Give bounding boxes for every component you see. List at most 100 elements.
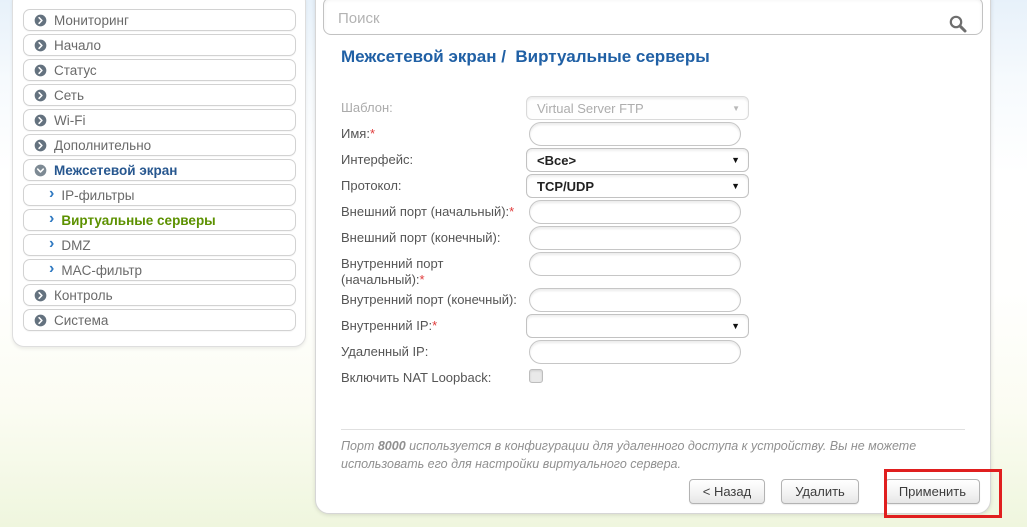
chevron-down-circle-icon: [34, 164, 47, 177]
search-icon[interactable]: [948, 14, 968, 34]
sidebar-item-home[interactable]: Начало: [23, 34, 296, 56]
dropdown-caret-icon: ▼: [731, 321, 740, 331]
form-row-nat-loopback: Включить NAT Loopback:: [341, 366, 781, 390]
chevron-right-circle-icon: [34, 89, 47, 102]
apply-button[interactable]: Применить: [885, 479, 980, 504]
private-ip-label: Внутренний IP:*: [341, 314, 526, 334]
delete-button[interactable]: Удалить: [781, 479, 859, 504]
private-port-end-label: Внутренний порт (конечный):: [341, 288, 526, 308]
sidebar-item-label: Дополнительно: [54, 138, 151, 153]
name-input[interactable]: [529, 122, 741, 146]
sidebar-item-firewall[interactable]: Межсетевой экран: [23, 159, 296, 181]
private-port-start-label: Внутренний порт (начальный):*: [341, 252, 526, 288]
dropdown-caret-icon: ▼: [731, 181, 740, 191]
chevron-right-icon: ›: [49, 236, 54, 252]
chevron-right-circle-icon: [34, 289, 47, 302]
sidebar-item-monitoring[interactable]: Мониторинг: [23, 9, 296, 31]
dropdown-caret-icon: ▼: [732, 104, 740, 113]
public-port-start-label: Внешний порт (начальный):*: [341, 200, 526, 220]
form-row-private-port-start: Внутренний порт (начальный):*: [341, 252, 781, 288]
sidebar-item-label: DMZ: [61, 238, 90, 253]
note-lead: Порт: [341, 439, 374, 453]
required-asterisk: *: [420, 272, 425, 287]
public-port-end-label: Внешний порт (конечный):: [341, 226, 526, 246]
form-row-remote-ip: Удаленный IP:: [341, 340, 781, 366]
interface-label: Интерфейс:: [341, 148, 526, 168]
footer-buttons: < Назад Удалить Применить: [689, 479, 980, 504]
sidebar-item-label: Контроль: [54, 288, 113, 303]
sidebar-item-label: MAC-фильтр: [61, 263, 142, 278]
chevron-right-circle-icon: [34, 314, 47, 327]
sidebar-item-label: Система: [54, 313, 108, 328]
public-port-start-input[interactable]: [529, 200, 741, 224]
chevron-right-icon: ›: [49, 186, 54, 202]
chevron-right-circle-icon: [34, 14, 47, 27]
required-asterisk: *: [509, 204, 514, 219]
form-row-public-port-end: Внешний порт (конечный):: [341, 226, 781, 252]
public-port-end-input[interactable]: [529, 226, 741, 250]
sidebar-item-advanced[interactable]: Дополнительно: [23, 134, 296, 156]
back-button[interactable]: < Назад: [689, 479, 765, 504]
form-row-name: Имя:*: [341, 122, 781, 148]
sidebar-item-label: IP-фильтры: [61, 188, 134, 203]
form-row-private-port-end: Внутренний порт (конечный):: [341, 288, 781, 314]
chevron-right-circle-icon: [34, 64, 47, 77]
required-asterisk: *: [432, 318, 437, 333]
note-line1: используется в конфигурации для удаленно…: [409, 439, 916, 453]
sidebar-item-label: Виртуальные серверы: [61, 213, 215, 228]
page-title: Межсетевой экран / Виртуальные серверы: [341, 47, 710, 67]
nat-loopback-checkbox[interactable]: [529, 369, 543, 383]
sidebar-item-mac-filter[interactable]: › MAC-фильтр: [23, 259, 296, 281]
virtual-server-form: Шаблон: Virtual Server FTP ▼ Имя:* Интерфейс…: [341, 96, 781, 390]
divider: [341, 429, 965, 430]
chevron-right-circle-icon: [34, 139, 47, 152]
sidebar-item-label: Начало: [54, 38, 101, 53]
private-ip-select[interactable]: ▼: [526, 314, 749, 338]
sidebar-item-virtual-servers[interactable]: › Виртуальные серверы: [23, 209, 296, 231]
interface-selected-value: <Все>: [537, 153, 576, 168]
chevron-right-circle-icon: [34, 39, 47, 52]
sidebar-item-label: Мониторинг: [54, 13, 129, 28]
note-port-number: 8000: [378, 439, 406, 453]
sidebar-item-ip-filters[interactable]: › IP-фильтры: [23, 184, 296, 206]
note-line2: использовать его для настройки виртуальн…: [341, 457, 681, 471]
form-row-private-ip: Внутренний IP:* ▼: [341, 314, 781, 340]
sidebar-item-wifi[interactable]: Wi-Fi: [23, 109, 296, 131]
sidebar-item-label: Межсетевой экран: [54, 163, 177, 178]
chevron-right-icon: ›: [49, 211, 54, 227]
form-row-protocol: Протокол: TCP/UDP ▼: [341, 174, 781, 200]
form-row-template: Шаблон: Virtual Server FTP ▼: [341, 96, 781, 122]
dropdown-caret-icon: ▼: [731, 155, 740, 165]
protocol-select[interactable]: TCP/UDP ▼: [526, 174, 749, 198]
remote-ip-label: Удаленный IP:: [341, 340, 526, 360]
sidebar: Мониторинг Начало Статус Сеть Wi-Fi Дополните…: [12, 0, 306, 347]
chevron-right-circle-icon: [34, 114, 47, 127]
template-selected-value: Virtual Server FTP: [537, 101, 644, 116]
note-text: Порт 8000 используется в конфигурации дл…: [341, 437, 961, 473]
protocol-selected-value: TCP/UDP: [537, 179, 594, 194]
sidebar-item-status[interactable]: Статус: [23, 59, 296, 81]
sidebar-item-dmz[interactable]: › DMZ: [23, 234, 296, 256]
form-row-interface: Интерфейс: <Все> ▼: [341, 148, 781, 174]
search-box[interactable]: [323, 0, 983, 35]
sidebar-item-label: Сеть: [54, 88, 84, 103]
template-label: Шаблон:: [341, 96, 526, 116]
chevron-right-icon: ›: [49, 261, 54, 277]
remote-ip-input[interactable]: [529, 340, 741, 364]
main-panel: Межсетевой экран / Виртуальные серверы Ш…: [315, 0, 991, 514]
interface-select[interactable]: <Все> ▼: [526, 148, 749, 172]
private-port-start-input[interactable]: [529, 252, 741, 276]
sidebar-menu: Мониторинг Начало Статус Сеть Wi-Fi Дополните…: [23, 9, 296, 331]
template-select: Virtual Server FTP ▼: [526, 96, 749, 120]
protocol-label: Протокол:: [341, 174, 526, 194]
required-asterisk: *: [370, 126, 375, 141]
sidebar-item-control[interactable]: Контроль: [23, 284, 296, 306]
private-port-end-input[interactable]: [529, 288, 741, 312]
sidebar-item-system[interactable]: Система: [23, 309, 296, 331]
form-row-public-port-start: Внешний порт (начальный):*: [341, 200, 781, 226]
search-input[interactable]: [336, 6, 942, 30]
sidebar-item-label: Статус: [54, 63, 97, 78]
sidebar-item-label: Wi-Fi: [54, 113, 85, 128]
name-label: Имя:*: [341, 122, 526, 142]
sidebar-item-network[interactable]: Сеть: [23, 84, 296, 106]
